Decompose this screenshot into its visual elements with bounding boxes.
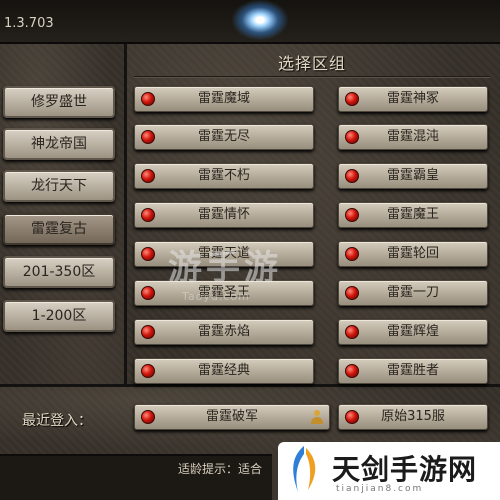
server-label: 雷霆破军 (205, 409, 258, 424)
recent-server-button[interactable]: 原始315服 (338, 404, 488, 430)
server-button[interactable]: 雷霆情怀 (134, 202, 314, 228)
server-label: 雷霆魔王 (386, 207, 439, 222)
server-label: 原始315服 (381, 409, 445, 424)
server-label: 雷霆不朽 (197, 168, 250, 183)
server-label: 雷霆赤焰 (197, 324, 250, 339)
server-button[interactable]: 雷霆赤焰 (134, 319, 314, 345)
server-button[interactable]: 雷霆魔域 (134, 86, 314, 112)
server-label: 雷霆霸皇 (386, 168, 439, 183)
category-button[interactable]: 神龙帝国 (3, 128, 115, 160)
category-button[interactable]: 1-200区 (3, 300, 115, 332)
version-label: 1.3.703 (4, 16, 54, 31)
logo-text: 天剑手游网 (332, 453, 478, 486)
server-button[interactable]: 雷霆辉煌 (338, 319, 488, 345)
light-orb-icon (232, 0, 288, 40)
category-button[interactable]: 修罗盛世 (3, 86, 115, 118)
recent-server-button[interactable]: 雷霆破军 (134, 404, 330, 430)
logo-mark-icon (293, 446, 316, 492)
server-button[interactable]: 雷霆混沌 (338, 124, 488, 150)
watermark-subtext: Taoyu.com (182, 290, 250, 303)
server-label: 雷霆魔域 (197, 91, 250, 106)
server-button[interactable]: 雷霆霸皇 (338, 163, 488, 189)
server-button[interactable]: 雷霆一刀 (338, 280, 488, 306)
category-button[interactable]: 龙行天下 (3, 170, 115, 202)
server-label: 雷霆混沌 (386, 129, 439, 144)
logo-subtext: tianjian8.com (336, 484, 424, 494)
recent-login-label: 最近登入： (22, 413, 92, 429)
category-button[interactable]: 201-350区 (3, 256, 115, 288)
server-label: 雷霆一刀 (386, 285, 439, 300)
server-button[interactable]: 雷霆胜者 (338, 358, 488, 384)
server-button[interactable]: 雷霆魔王 (338, 202, 488, 228)
age-notice: 适龄提示：适合 (178, 462, 263, 476)
server-button[interactable]: 雷霆神冢 (338, 86, 488, 112)
panel-title: 选择区组 (277, 54, 346, 73)
server-button[interactable]: 雷霆经典 (134, 358, 314, 384)
title-divider (134, 76, 490, 78)
server-button[interactable]: 雷霆轮回 (338, 241, 488, 267)
server-label: 雷霆情怀 (197, 207, 250, 222)
server-label: 雷霆无尽 (197, 129, 250, 144)
server-label: 雷霆神冢 (386, 91, 439, 106)
user-icon (311, 410, 323, 424)
server-label: 雷霆胜者 (386, 363, 439, 378)
server-button[interactable]: 雷霆无尽 (134, 124, 314, 150)
category-button[interactable]: 雷霆复古 (3, 213, 115, 245)
watermark-text: 游手游 (168, 248, 282, 288)
server-label: 雷霆经典 (197, 363, 250, 378)
server-label: 雷霆辉煌 (386, 324, 439, 339)
server-button[interactable]: 雷霆不朽 (134, 163, 314, 189)
server-label: 雷霆轮回 (386, 246, 439, 261)
